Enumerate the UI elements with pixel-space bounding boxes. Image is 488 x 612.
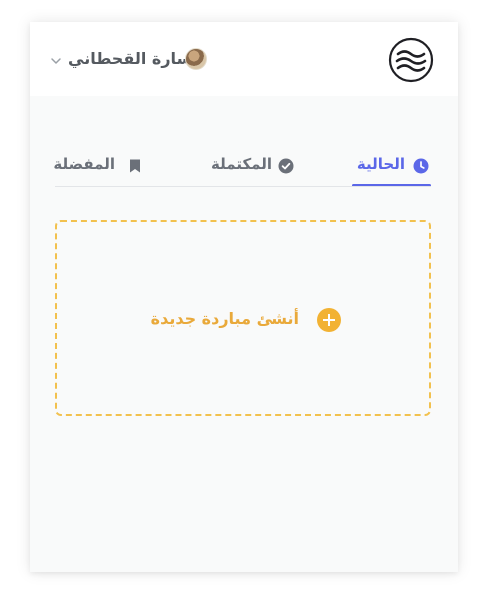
app-header: سارة القحطاني bbox=[30, 22, 458, 96]
clock-icon bbox=[413, 158, 429, 174]
tab-completed-label: المكتملة bbox=[211, 155, 272, 173]
bookmark-icon bbox=[130, 159, 140, 173]
tab-favorites[interactable]: المفضلة bbox=[53, 150, 145, 188]
create-match-label: أنشئ مباردة جديدة bbox=[150, 309, 299, 328]
check-circle-icon bbox=[278, 158, 294, 174]
tab-divider bbox=[55, 186, 431, 187]
chevron-down-icon[interactable] bbox=[50, 55, 62, 67]
user-menu[interactable]: سارة القحطاني bbox=[50, 46, 250, 74]
tab-bar: المفضلة المكتملة الحالية bbox=[53, 150, 431, 188]
user-name[interactable]: سارة القحطاني bbox=[68, 49, 192, 68]
create-match-button[interactable]: أنشئ مباردة جديدة bbox=[151, 307, 341, 333]
plus-circle-icon bbox=[317, 308, 341, 332]
tab-favorites-label: المفضلة bbox=[53, 155, 115, 173]
avatar[interactable] bbox=[185, 48, 207, 70]
tab-completed[interactable]: المكتملة bbox=[200, 150, 300, 188]
tab-current-label: الحالية bbox=[356, 155, 405, 173]
waves-logo-icon[interactable] bbox=[388, 37, 434, 83]
create-match-dropzone[interactable]: أنشئ مباردة جديدة bbox=[55, 220, 431, 416]
app-panel: سارة القحطاني المفضلة المكتملة الحالية أ… bbox=[30, 22, 458, 572]
tab-current[interactable]: الحالية bbox=[352, 150, 431, 188]
